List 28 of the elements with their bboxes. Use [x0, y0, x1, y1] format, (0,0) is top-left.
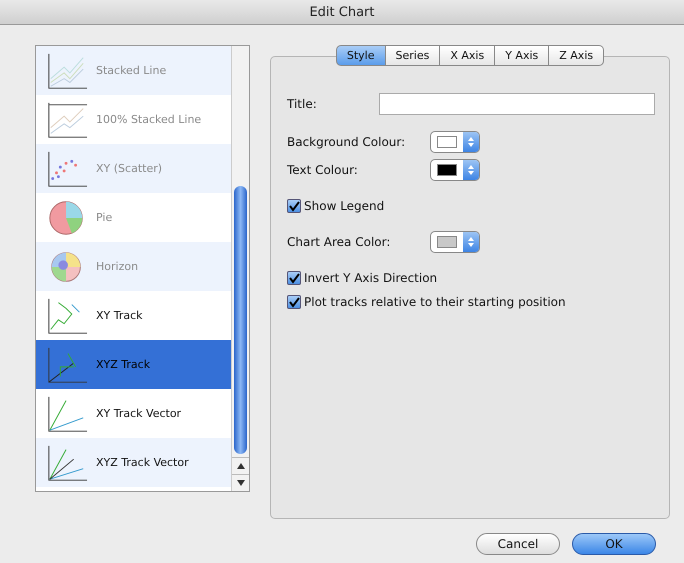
checkmark-icon — [288, 296, 300, 308]
field-label: Background Colour: — [287, 135, 406, 149]
field-label: Text Colour: — [287, 163, 359, 177]
checkbox[interactable]: Invert Y Axis Direction — [287, 271, 438, 285]
ok-button[interactable]: OK — [572, 533, 656, 555]
tab[interactable]: Z Axis — [549, 45, 604, 66]
field-label: Chart Area Color: — [287, 235, 392, 249]
field-label: Title: — [287, 97, 318, 111]
stepper-arrows-icon — [468, 236, 474, 248]
cancel-button[interactable]: Cancel — [476, 533, 560, 555]
checkmark-icon — [288, 272, 300, 284]
chart-type-item[interactable]: XYZ Track Vector — [36, 438, 231, 487]
window-title: Edit Chart — [309, 4, 375, 20]
scrollbar[interactable] — [231, 46, 249, 491]
tab[interactable]: Style — [336, 45, 386, 66]
checkbox[interactable]: Plot tracks relative to their starting position — [287, 295, 566, 309]
title-field[interactable] — [379, 93, 655, 115]
checkbox[interactable]: Show Legend — [287, 199, 384, 213]
colour-popup[interactable] — [430, 159, 480, 181]
stepper-arrows-icon — [468, 164, 474, 176]
tab[interactable]: Y Axis — [495, 45, 550, 66]
tab[interactable]: Series — [386, 45, 440, 66]
stepper-arrows-icon — [468, 136, 474, 148]
tab[interactable]: X Axis — [440, 45, 496, 66]
down-arrow-icon[interactable] — [236, 480, 244, 486]
checkmark-icon — [288, 200, 300, 212]
up-arrow-icon[interactable] — [236, 463, 244, 469]
chart-type-item[interactable]: XYZ Track — [36, 340, 231, 389]
